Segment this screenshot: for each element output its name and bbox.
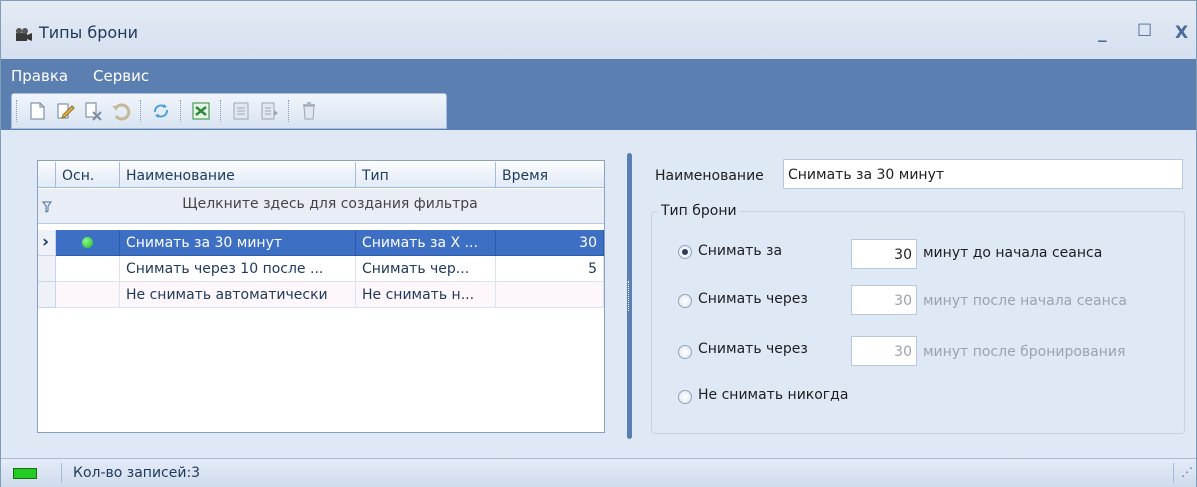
radio-cancel-before[interactable] <box>678 245 692 259</box>
record-count: Кол-во записей:3 <box>73 465 201 481</box>
maximize-button[interactable]: ☐ <box>1137 21 1152 41</box>
cell-main[interactable] <box>56 282 120 308</box>
table-row[interactable]: Не снимать автоматически Не снимать н... <box>38 282 604 308</box>
minimize-button[interactable]: _ <box>1098 23 1107 43</box>
title-bar: Типы брони _ ☐ X <box>1 1 1196 59</box>
status-separator <box>1173 463 1174 483</box>
cell-main[interactable] <box>56 230 120 256</box>
cell-type[interactable]: Снимать за X ... <box>356 230 496 256</box>
column-header-name[interactable]: Наименование <box>120 162 356 188</box>
cell-type[interactable]: Снимать чер... <box>356 256 496 282</box>
row-indicator[interactable]: › <box>38 230 56 256</box>
toolbar <box>11 93 447 129</box>
window-title: Типы брони <box>39 23 139 42</box>
filter-icon <box>42 201 52 213</box>
cell-time[interactable]: 30 <box>496 230 604 256</box>
column-header-time[interactable]: Время <box>496 162 604 188</box>
table-row[interactable]: Снимать через 10 после ... Снимать чер...… <box>38 256 604 282</box>
row-indicator-header <box>38 162 56 188</box>
cell-name[interactable]: Снимать через 10 после ... <box>120 256 356 282</box>
cinema-camera-icon <box>16 28 32 41</box>
toolbar-separator <box>140 100 141 122</box>
row-indicator[interactable] <box>38 282 56 308</box>
new-document-icon[interactable] <box>26 100 48 122</box>
column-header-type[interactable]: Тип <box>356 162 496 188</box>
option-suffix: минут после начала сеанса <box>923 293 1128 309</box>
radio-cancel-after-booking[interactable] <box>678 345 692 359</box>
excel-export-icon[interactable] <box>190 100 212 122</box>
toolbar-grip <box>16 100 17 122</box>
group-title: Тип брони <box>658 203 740 219</box>
move-down-icon[interactable] <box>258 100 280 122</box>
table-row[interactable]: › Снимать за 30 минут Снимать за X ... 30 <box>38 230 604 256</box>
toolbar-separator <box>220 100 221 122</box>
undo-icon[interactable] <box>110 100 132 122</box>
toolbar-separator <box>180 100 181 122</box>
edit-icon[interactable] <box>54 100 76 122</box>
status-bar: Кол-во записей:3 ⋰ <box>1 458 1196 487</box>
menu-service[interactable]: Сервис <box>93 67 149 85</box>
cell-time[interactable] <box>496 282 604 308</box>
cell-time[interactable]: 5 <box>496 256 604 282</box>
toolbar-separator <box>288 100 289 122</box>
radio-cancel-after-start[interactable] <box>678 294 692 308</box>
option-label: Не снимать никогда <box>698 387 849 403</box>
filter-row[interactable]: Щелкните здесь для создания фильтра <box>38 189 604 224</box>
name-label: Наименование <box>655 168 764 184</box>
status-indicator-icon <box>13 468 37 479</box>
main-indicator-icon <box>82 237 93 248</box>
minutes-before-input[interactable]: 30 <box>851 239 917 269</box>
move-up-icon[interactable] <box>230 100 252 122</box>
splitter-grip <box>628 281 632 311</box>
cell-main[interactable] <box>56 256 120 282</box>
column-header-main[interactable]: Осн. <box>56 162 120 188</box>
cell-type[interactable]: Не снимать н... <box>356 282 496 308</box>
close-button[interactable]: X <box>1175 23 1188 43</box>
option-label: Снимать за <box>698 243 783 259</box>
option-label: Снимать через <box>698 341 808 357</box>
status-separator <box>61 463 62 483</box>
menu-edit[interactable]: Правка <box>11 67 68 85</box>
name-input[interactable]: Снимать за 30 минут <box>783 159 1183 189</box>
filter-hint: Щелкните здесь для создания фильтра <box>182 196 478 212</box>
row-indicator[interactable] <box>38 256 56 282</box>
window: Типы брони _ ☐ X Правка Сервис Осн. Наим… <box>0 0 1197 487</box>
splitter-handle[interactable] <box>627 153 632 439</box>
trash-icon[interactable] <box>298 100 320 122</box>
menu-bar <box>1 59 1196 93</box>
cell-name[interactable]: Не снимать автоматически <box>120 282 356 308</box>
cell-name[interactable]: Снимать за 30 минут <box>120 230 356 256</box>
delete-icon[interactable] <box>82 100 104 122</box>
refresh-icon[interactable] <box>150 100 172 122</box>
radio-never-cancel[interactable] <box>678 390 692 404</box>
minutes-after-booking-input[interactable]: 30 <box>851 336 917 366</box>
option-suffix: минут после бронирования <box>923 344 1126 360</box>
minutes-after-start-input[interactable]: 30 <box>851 285 917 315</box>
resize-grip-icon[interactable]: ⋰ <box>1181 465 1193 479</box>
option-label: Снимать через <box>698 291 808 307</box>
option-suffix: минут до начала сеанса <box>923 245 1103 261</box>
